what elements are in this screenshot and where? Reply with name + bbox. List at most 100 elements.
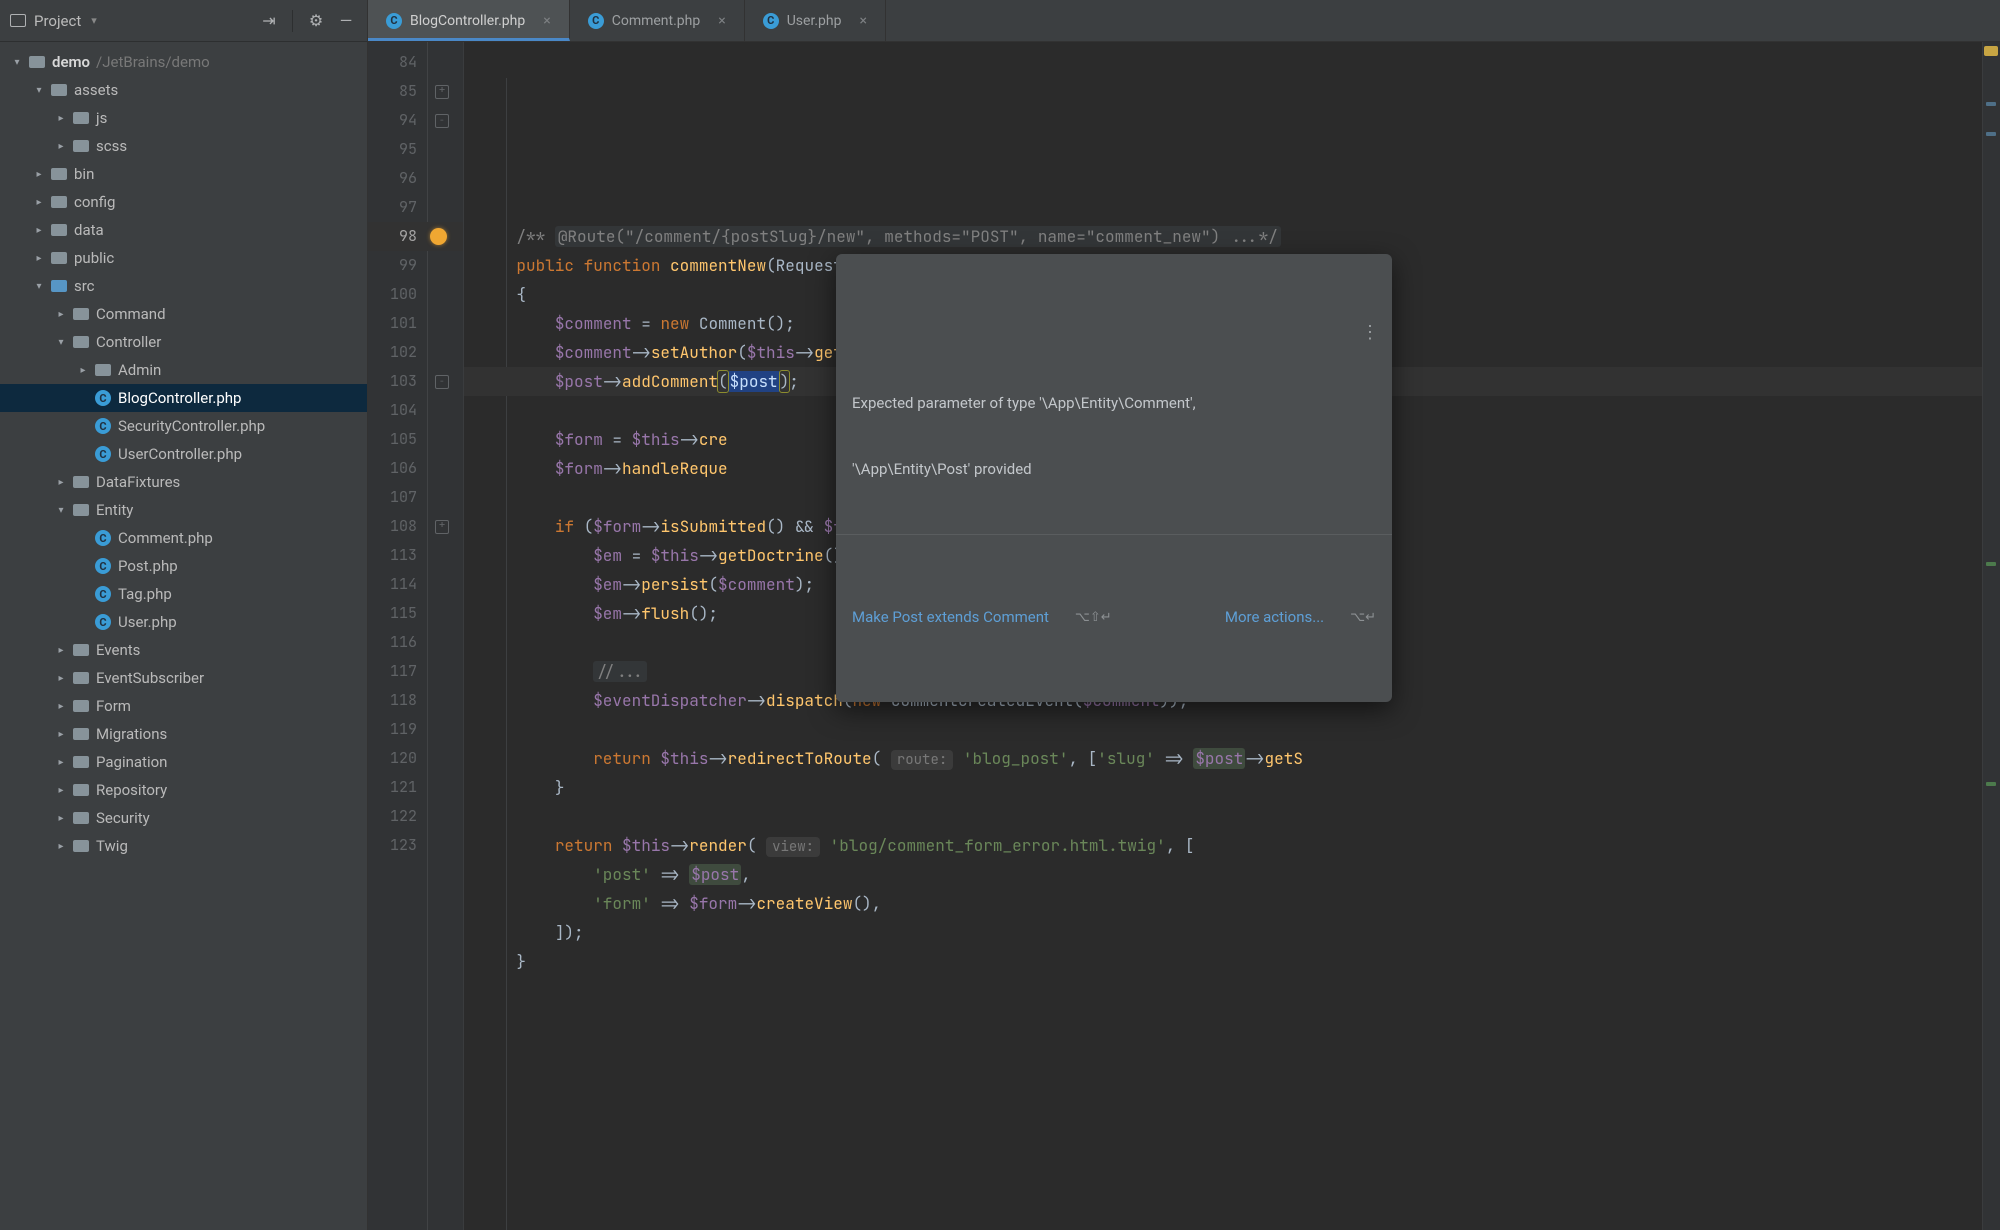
gutter-line[interactable]: 99 <box>368 251 463 280</box>
code-line[interactable] <box>464 802 1982 831</box>
code-line[interactable]: 'form' => $form->createView(), <box>464 889 1982 918</box>
gutter-line[interactable]: 95 <box>368 135 463 164</box>
gutter-line[interactable]: 96 <box>368 164 463 193</box>
close-icon[interactable]: × <box>859 13 866 29</box>
code-line[interactable] <box>464 193 1982 222</box>
code-line[interactable]: } <box>464 947 1982 976</box>
tree-folder[interactable]: ▾ src <box>0 272 367 300</box>
gutter-line[interactable]: 108+ <box>368 512 463 541</box>
code-line[interactable] <box>464 976 1982 1005</box>
gutter-line[interactable]: 105 <box>368 425 463 454</box>
tree-arrow-icon[interactable]: ▸ <box>32 251 46 265</box>
gutter-line[interactable]: 104 <box>368 396 463 425</box>
tree-folder[interactable]: ▸ bin <box>0 160 367 188</box>
tree-folder[interactable]: ▸ Admin <box>0 356 367 384</box>
intention-bulb-icon[interactable] <box>430 228 447 245</box>
gutter-line[interactable]: 98 <box>368 222 463 251</box>
chevron-down-icon[interactable]: ▾ <box>10 55 24 69</box>
chevron-down-icon[interactable]: ▾ <box>91 14 97 27</box>
tree-folder[interactable]: ▸ public <box>0 244 367 272</box>
tree-arrow-icon[interactable]: ▾ <box>54 503 68 517</box>
fold-collapse-icon[interactable]: − <box>435 375 449 389</box>
tree-arrow-icon[interactable]: ▸ <box>54 811 68 825</box>
gutter-line[interactable]: 113 <box>368 541 463 570</box>
gutter-line[interactable]: 102 <box>368 338 463 367</box>
tree-folder[interactable]: ▸ EventSubscriber <box>0 664 367 692</box>
code-editor[interactable]: ⋮ Expected parameter of type '\App\Entit… <box>464 42 1982 1230</box>
gutter-line[interactable]: 122 <box>368 802 463 831</box>
gutter-line[interactable]: 101 <box>368 309 463 338</box>
gutter-line[interactable]: 85+ <box>368 77 463 106</box>
gutter-line[interactable]: 120 <box>368 744 463 773</box>
hide-icon[interactable]: — <box>335 11 357 30</box>
tree-arrow-icon[interactable]: ▸ <box>54 643 68 657</box>
code-line[interactable]: ]); <box>464 918 1982 947</box>
tree-file[interactable]: C Tag.php <box>0 580 367 608</box>
gutter-line[interactable]: 114 <box>368 570 463 599</box>
fold-expand-icon[interactable]: + <box>435 520 449 534</box>
gutter-line[interactable]: 116 <box>368 628 463 657</box>
tree-arrow-icon[interactable]: ▸ <box>54 671 68 685</box>
gutter-line[interactable]: 107 <box>368 483 463 512</box>
tree-arrow-icon[interactable]: ▸ <box>54 699 68 713</box>
gutter-line[interactable]: 106 <box>368 454 463 483</box>
tree-arrow-icon[interactable]: ▸ <box>54 475 68 489</box>
tree-folder[interactable]: ▸ Twig <box>0 832 367 860</box>
gutter-line[interactable]: 100 <box>368 280 463 309</box>
tree-folder[interactable]: ▸ Form <box>0 692 367 720</box>
tree-file[interactable]: C Post.php <box>0 552 367 580</box>
popup-more-actions-link[interactable]: More actions... <box>1225 603 1324 632</box>
tree-arrow-icon[interactable]: ▸ <box>54 839 68 853</box>
tree-arrow-icon[interactable]: ▸ <box>54 139 68 153</box>
tree-file[interactable]: C Comment.php <box>0 524 367 552</box>
code-line[interactable]: } <box>464 773 1982 802</box>
tree-folder[interactable]: ▸ Pagination <box>0 748 367 776</box>
tree-file[interactable]: C BlogController.php <box>0 384 367 412</box>
gutter-line[interactable]: 94− <box>368 106 463 135</box>
gutter-line[interactable]: 121 <box>368 773 463 802</box>
tree-folder[interactable]: ▸ DataFixtures <box>0 468 367 496</box>
code-line[interactable]: /** @Route("/comment/{postSlug}/new", me… <box>464 222 1982 251</box>
editor-tab[interactable]: C Comment.php × <box>570 0 745 41</box>
gear-icon[interactable]: ⚙ <box>305 11 327 30</box>
gutter-line[interactable]: 119 <box>368 715 463 744</box>
fold-expand-icon[interactable]: + <box>435 85 449 99</box>
fold-collapse-icon[interactable]: − <box>435 114 449 128</box>
warning-marker-icon[interactable] <box>1984 46 1998 56</box>
collapse-icon[interactable]: ⇥ <box>258 11 280 30</box>
popup-quickfix-link[interactable]: Make Post extends Comment <box>852 603 1049 632</box>
tree-arrow-icon[interactable]: ▾ <box>54 335 68 349</box>
project-tree[interactable]: ▾ demo /JetBrains/demo▾ assets▸ js▸ scss… <box>0 42 367 1230</box>
tree-arrow-icon[interactable]: ▸ <box>54 783 68 797</box>
editor-tab[interactable]: C User.php × <box>745 0 886 41</box>
tree-folder[interactable]: ▸ Command <box>0 300 367 328</box>
popup-menu-icon[interactable]: ⋮ <box>1361 322 1380 344</box>
gutter-line[interactable]: 115 <box>368 599 463 628</box>
marker-strip[interactable] <box>1982 42 2000 1230</box>
tree-file[interactable]: C User.php <box>0 608 367 636</box>
gutter-line[interactable]: 118 <box>368 686 463 715</box>
tree-folder[interactable]: ▸ Migrations <box>0 720 367 748</box>
tree-folder[interactable]: ▸ config <box>0 188 367 216</box>
tree-folder[interactable]: ▸ Events <box>0 636 367 664</box>
tree-arrow-icon[interactable]: ▾ <box>32 279 46 293</box>
gutter-line[interactable]: 103− <box>368 367 463 396</box>
close-icon[interactable]: × <box>543 13 550 29</box>
tree-folder[interactable]: ▸ js <box>0 104 367 132</box>
tree-arrow-icon[interactable]: ▸ <box>54 727 68 741</box>
tree-folder[interactable]: ▸ data <box>0 216 367 244</box>
tree-file[interactable]: C SecurityController.php <box>0 412 367 440</box>
tree-folder[interactable]: ▾ Entity <box>0 496 367 524</box>
tree-arrow-icon[interactable]: ▸ <box>32 195 46 209</box>
tree-arrow-icon[interactable]: ▸ <box>54 755 68 769</box>
info-marker-icon[interactable] <box>1986 102 1996 106</box>
code-line[interactable]: 'post' => $post, <box>464 860 1982 889</box>
tree-root[interactable]: ▾ demo /JetBrains/demo <box>0 48 367 76</box>
tree-folder[interactable]: ▾ assets <box>0 76 367 104</box>
gutter-line[interactable]: 123 <box>368 831 463 860</box>
code-line[interactable]: return $this->render( view: 'blog/commen… <box>464 831 1982 860</box>
project-view-title[interactable]: Project <box>34 12 81 30</box>
gutter-line[interactable]: 84 <box>368 48 463 77</box>
tree-file[interactable]: C UserController.php <box>0 440 367 468</box>
code-line[interactable] <box>464 715 1982 744</box>
